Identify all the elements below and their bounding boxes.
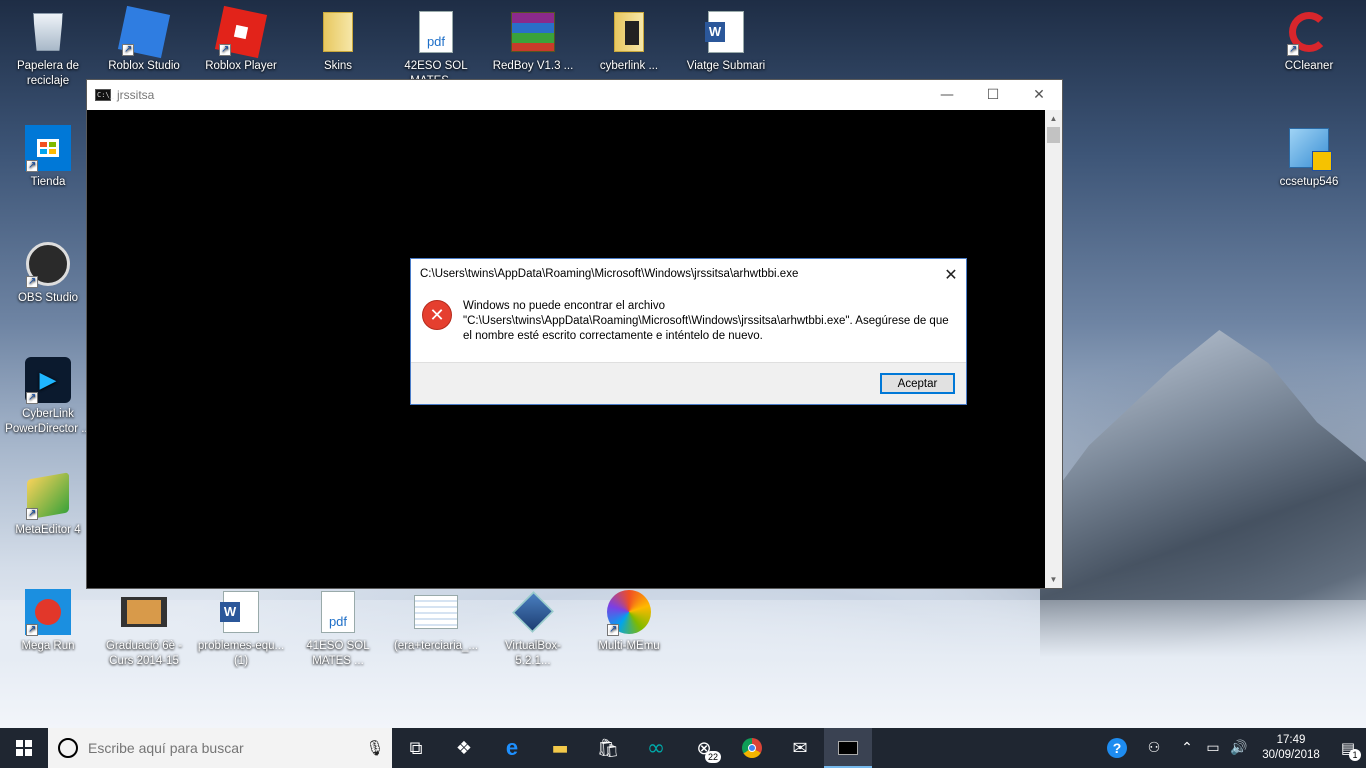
word-document-icon: W xyxy=(702,8,750,56)
desktop-icon-tienda[interactable]: Tienda xyxy=(3,124,93,190)
action-center-button[interactable]: ▤ 1 xyxy=(1330,728,1366,768)
desktop-icon-mega-run[interactable]: Mega Run xyxy=(3,588,93,654)
dialog-title: C:\Users\twins\AppData\Roaming\Microsoft… xyxy=(420,268,799,280)
virtualbox-icon xyxy=(509,588,557,636)
roblox-studio-icon xyxy=(117,5,171,59)
video-file-icon xyxy=(120,588,168,636)
xbox-badge: 22 xyxy=(704,751,721,763)
taskbar-file-explorer[interactable]: ▬ xyxy=(536,728,584,768)
roblox-player-icon xyxy=(214,5,268,59)
notification-count: 1 xyxy=(1349,749,1361,761)
microphone-icon[interactable]: 🎙 xyxy=(358,739,392,757)
dialog-message: Windows no puede encontrar el archivo "C… xyxy=(463,300,949,342)
task-view-button[interactable]: ⧉ xyxy=(392,728,440,768)
search-input[interactable] xyxy=(88,740,358,756)
desktop-icon-powerdirector[interactable]: ▶ CyberLink PowerDirector ... xyxy=(3,356,93,437)
word-document-icon: W xyxy=(217,588,265,636)
installer-icon xyxy=(1285,124,1333,172)
minimize-button[interactable]: — xyxy=(924,80,970,110)
maximize-button[interactable]: ☐ xyxy=(970,80,1016,110)
cortana-icon xyxy=(58,738,78,758)
pdf-document-icon: pdf xyxy=(314,588,362,636)
taskbar-search[interactable]: 🎙 xyxy=(48,728,392,768)
mega-run-icon xyxy=(24,588,72,637)
folder-icon xyxy=(314,8,362,56)
desktop-icon-obs-studio[interactable]: OBS Studio xyxy=(3,240,93,306)
desktop-icon-era-terciaria[interactable]: (era+terciaria_... xyxy=(391,588,481,654)
desktop-icon-redboy[interactable]: RedBoy V1.3 ... xyxy=(488,8,578,74)
metaeditor-icon xyxy=(24,472,72,521)
infinity-icon: ∞ xyxy=(646,735,666,761)
scroll-down-icon[interactable]: ▼ xyxy=(1045,571,1062,588)
dialog-close-button[interactable]: ✕ xyxy=(936,259,966,289)
close-button[interactable]: ✕ xyxy=(1016,80,1062,110)
desktop-icon-virtualbox[interactable]: VirtualBox-5.2.1... xyxy=(488,588,578,669)
taskbar-chrome[interactable] xyxy=(728,728,776,768)
taskbar-edge[interactable]: e xyxy=(488,728,536,768)
cmd-icon: C:\_ xyxy=(95,89,114,101)
pdf-document-icon: pdf xyxy=(412,8,460,56)
taskbar-dropbox[interactable]: ❖ xyxy=(440,728,488,768)
obs-icon xyxy=(24,240,72,289)
powerdirector-icon: ▶ xyxy=(24,356,72,405)
taskbar-arduino[interactable]: ∞ xyxy=(632,728,680,768)
start-button[interactable] xyxy=(0,728,48,768)
desktop-icon-ccleaner[interactable]: CCleaner xyxy=(1264,8,1354,74)
desktop-icon-problemes-doc[interactable]: W problemes-equ... (1) xyxy=(196,588,286,669)
error-icon: ✕ xyxy=(422,300,452,330)
edge-icon: e xyxy=(505,735,519,760)
accept-button[interactable]: Aceptar xyxy=(880,373,955,394)
mail-icon: ✉ xyxy=(792,737,808,759)
system-tray: ? ⚇ ⌃ ▭ 🔊 17:49 30/09/2018 ▤ 1 xyxy=(1100,728,1366,768)
taskbar-store[interactable]: 🛍 xyxy=(584,728,632,768)
winrar-archive-icon xyxy=(509,8,557,56)
desktop-icon-41eso-pdf[interactable]: pdf 41ESO SOL MATES ... xyxy=(293,588,383,669)
ccleaner-icon xyxy=(1285,8,1333,57)
image-file-icon xyxy=(412,588,460,636)
desktop-icon-ccsetup[interactable]: ccsetup546 xyxy=(1264,124,1354,190)
desktop-icon-roblox-studio[interactable]: Roblox Studio xyxy=(99,5,189,74)
desktop-icon-42eso-pdf[interactable]: pdf 42ESO SOL MATES ... xyxy=(391,8,481,89)
console-titlebar[interactable]: C:\_ jrssitsa — ☐ ✕ xyxy=(87,80,1062,110)
desktop-icon-viatge-submari[interactable]: W Viatge Submari ... xyxy=(681,8,771,89)
windows-logo-icon xyxy=(16,740,32,756)
store-bag-icon: 🛍 xyxy=(596,737,620,759)
chevron-up-icon[interactable]: ⌃ xyxy=(1174,740,1200,756)
desktop-icon-graduacio-video[interactable]: Graduació 6è - Curs 2014-15 xyxy=(99,588,189,669)
clock[interactable]: 17:49 30/09/2018 xyxy=(1252,733,1330,763)
store-icon xyxy=(24,124,72,173)
console-scrollbar[interactable]: ▲ ▼ xyxy=(1045,110,1062,588)
help-icon[interactable]: ? xyxy=(1100,738,1134,758)
desktop-icon-recycle-bin[interactable]: Papelera de reciclaje xyxy=(3,8,93,89)
recycle-bin-icon xyxy=(24,8,72,56)
battery-icon[interactable]: ▭ xyxy=(1200,740,1226,756)
task-view-icon: ⧉ xyxy=(409,737,423,759)
memu-icon xyxy=(605,588,653,637)
desktop-icon-multi-memu[interactable]: Multi-MEmu xyxy=(584,588,674,654)
taskbar-xbox[interactable]: ⊗ 22 xyxy=(680,728,728,768)
error-dialog[interactable]: C:\Users\twins\AppData\Roaming\Microsoft… xyxy=(410,258,967,405)
desktop-icon-cyberlink-folder[interactable]: cyberlink ... xyxy=(584,8,674,74)
dialog-footer: Aceptar xyxy=(411,362,966,404)
dialog-titlebar[interactable]: C:\Users\twins\AppData\Roaming\Microsoft… xyxy=(411,259,966,289)
folder-icon xyxy=(605,8,653,56)
taskbar-mail[interactable]: ✉ xyxy=(776,728,824,768)
desktop-icon-roblox-player[interactable]: Roblox Player xyxy=(196,5,286,74)
chrome-icon xyxy=(742,738,762,758)
scroll-up-icon[interactable]: ▲ xyxy=(1045,110,1062,127)
clock-time: 17:49 xyxy=(1276,734,1306,746)
taskbar-console[interactable] xyxy=(824,728,872,768)
folder-icon: ▬ xyxy=(551,737,569,759)
desktop-icon-skins[interactable]: Skins xyxy=(293,8,383,74)
clock-date: 30/09/2018 xyxy=(1262,749,1320,761)
desktop-icon-metaeditor[interactable]: MetaEditor 4 xyxy=(3,472,93,538)
dropbox-icon: ❖ xyxy=(455,737,473,759)
console-title: jrssitsa xyxy=(117,88,155,102)
people-icon[interactable]: ⚇ xyxy=(1134,740,1174,756)
scroll-thumb[interactable] xyxy=(1047,127,1060,143)
volume-icon[interactable]: 🔊 xyxy=(1226,740,1252,756)
taskbar: 🎙 ⧉ ❖ e ▬ 🛍 ∞ ⊗ 22 ✉ ? ⚇ ⌃ ▭ 🔊 17:49 30/… xyxy=(0,728,1366,768)
cmd-icon xyxy=(838,741,858,755)
